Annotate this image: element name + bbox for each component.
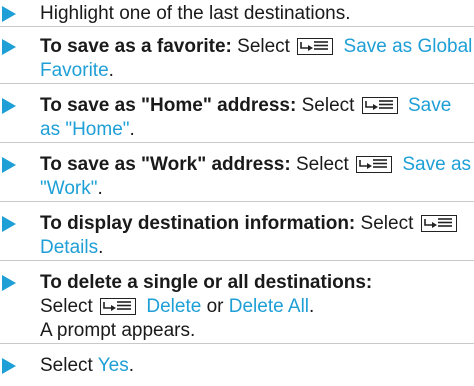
instruction-list: Highlight one of the last destinations. … <box>0 0 474 382</box>
step-end: . <box>97 178 103 199</box>
step-save-home: To save as "Home" address: Select Save a… <box>0 90 474 149</box>
step-end: . <box>108 60 114 81</box>
menu-button-icon <box>361 97 398 114</box>
step-select-text: Select <box>360 213 414 234</box>
triangle-right-icon <box>2 6 16 22</box>
step-note: A prompt appears. <box>40 320 196 341</box>
triangle-right-icon <box>2 98 16 114</box>
triangle-right-icon <box>2 216 16 232</box>
step-save-favorite: To save as a favorite: Select Save as Gl… <box>0 31 474 90</box>
menu-item-details: Details <box>40 237 99 258</box>
menu-button-icon <box>420 215 457 232</box>
step-heading: To display destination information: <box>40 213 356 234</box>
step-save-work: To save as "Work" address: Select Save a… <box>0 149 474 208</box>
step-select-text: Select <box>295 154 349 175</box>
step-select-text: Select <box>40 355 93 376</box>
menu-item-delete-all: Delete All <box>228 296 310 317</box>
triangle-right-icon <box>2 39 16 55</box>
step-heading: To save as "Home" address: <box>40 95 297 116</box>
step-confirm-yes: Select Yes. <box>0 350 474 382</box>
step-delete-destinations: To delete a single or all destinations: … <box>0 267 474 350</box>
step-end: . <box>309 296 315 317</box>
step-select-text: Select <box>237 36 290 57</box>
step-highlight-destination: Highlight one of the last destinations. <box>0 0 474 31</box>
menu-button-icon <box>356 156 393 173</box>
menu-button-icon <box>100 298 137 315</box>
menu-item-delete: Delete <box>146 296 202 317</box>
step-heading: To save as a favorite: <box>40 36 232 57</box>
option-yes: Yes <box>97 355 129 376</box>
triangle-right-icon <box>2 358 16 374</box>
step-text: Highlight one of the last destinations. <box>40 3 351 24</box>
triangle-right-icon <box>2 157 16 173</box>
step-heading: To delete a single or all destinations: <box>40 272 373 293</box>
step-or-text: or <box>206 296 224 317</box>
step-display-info: To display destination information: Sele… <box>0 208 474 267</box>
step-end: . <box>129 119 135 140</box>
step-heading: To save as "Work" address: <box>40 154 291 175</box>
triangle-right-icon <box>2 275 16 291</box>
step-end: . <box>98 237 104 258</box>
step-select-text: Select <box>301 95 355 116</box>
menu-button-icon <box>297 38 334 55</box>
step-end: . <box>128 355 135 376</box>
step-select-text: Select <box>40 296 93 317</box>
